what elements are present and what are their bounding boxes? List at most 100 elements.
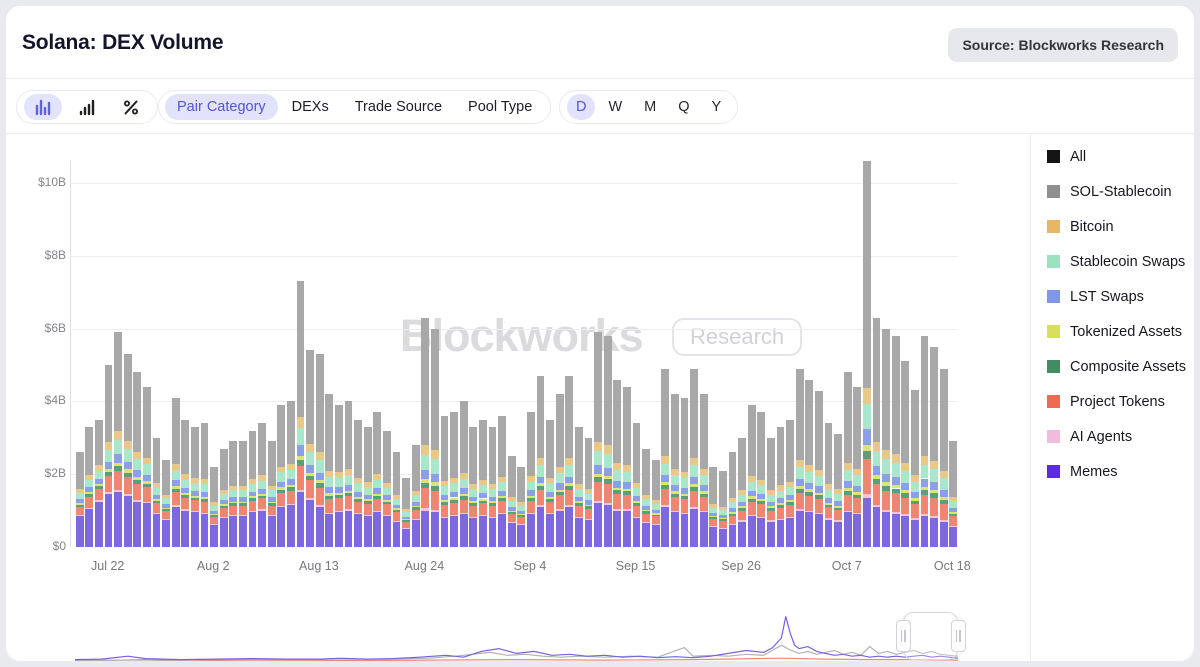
bar-aug-5[interactable] bbox=[239, 441, 247, 547]
bar-jul-26[interactable] bbox=[143, 387, 151, 547]
bar-aug-30[interactable] bbox=[479, 420, 487, 547]
legend-item-all[interactable]: All bbox=[1040, 139, 1190, 174]
bar-sep-8[interactable] bbox=[565, 376, 573, 547]
bar-jul-29[interactable] bbox=[172, 398, 180, 547]
filter-tab-trade-source[interactable]: Trade Source bbox=[343, 94, 454, 120]
legend-item-lst-swaps[interactable]: LST Swaps bbox=[1040, 279, 1190, 314]
bar-sep-3[interactable] bbox=[517, 467, 525, 547]
filter-tab-pool-type[interactable]: Pool Type bbox=[456, 94, 544, 120]
bar-oct-16[interactable] bbox=[930, 347, 938, 547]
granularity-tab-y[interactable]: Y bbox=[703, 94, 731, 120]
bar-aug-4[interactable] bbox=[229, 441, 237, 547]
bar-aug-26[interactable] bbox=[441, 416, 449, 547]
bar-oct-5[interactable] bbox=[825, 423, 833, 547]
bar-aug-13[interactable] bbox=[316, 354, 324, 547]
bar-aug-17[interactable] bbox=[354, 420, 362, 547]
bar-oct-11[interactable] bbox=[882, 329, 890, 547]
bar-sep-15[interactable] bbox=[633, 423, 641, 547]
legend-item-project-tokens[interactable]: Project Tokens bbox=[1040, 384, 1190, 419]
bar-oct-6[interactable] bbox=[834, 434, 842, 547]
bar-sep-12[interactable] bbox=[604, 336, 612, 547]
granularity-tab-d[interactable]: D bbox=[567, 94, 595, 120]
bar-oct-15[interactable] bbox=[921, 336, 929, 547]
bar-sep-13[interactable] bbox=[613, 380, 621, 547]
bar-aug-10[interactable] bbox=[287, 401, 295, 547]
bar-aug-7[interactable] bbox=[258, 423, 266, 547]
bar-aug-24[interactable] bbox=[421, 318, 429, 547]
bar-sep-2[interactable] bbox=[508, 456, 516, 547]
bar-sep-19[interactable] bbox=[671, 394, 679, 547]
bar-sep-7[interactable] bbox=[556, 394, 564, 547]
bar-sep-4[interactable] bbox=[527, 412, 535, 547]
navigator-minichart[interactable] bbox=[75, 602, 958, 661]
bar-jul-20[interactable] bbox=[85, 427, 93, 547]
bar-jul-21[interactable] bbox=[95, 420, 103, 547]
bar-oct-3[interactable] bbox=[805, 380, 813, 547]
bar-aug-23[interactable] bbox=[412, 445, 420, 547]
bar-sep-26[interactable] bbox=[738, 438, 746, 547]
bar-oct-1[interactable] bbox=[786, 420, 794, 547]
bar-sep-1[interactable] bbox=[498, 416, 506, 547]
bar-aug-20[interactable] bbox=[383, 431, 391, 547]
bar-jul-23[interactable] bbox=[114, 332, 122, 547]
legend-item-tokenized-assets[interactable]: Tokenized Assets bbox=[1040, 314, 1190, 349]
bar-sep-21[interactable] bbox=[690, 369, 698, 547]
filter-tab-dexs[interactable]: DEXs bbox=[280, 94, 341, 120]
bar-aug-6[interactable] bbox=[249, 431, 257, 547]
bar-sep-28[interactable] bbox=[757, 412, 765, 547]
bar-sep-30[interactable] bbox=[777, 427, 785, 547]
stacked-bar-chart-icon-button[interactable] bbox=[24, 94, 62, 120]
bar-aug-1[interactable] bbox=[201, 423, 209, 547]
bar-jul-27[interactable] bbox=[153, 438, 161, 547]
granularity-tab-w[interactable]: W bbox=[599, 94, 631, 120]
bar-sep-14[interactable] bbox=[623, 387, 631, 547]
legend-item-stablecoin-swaps[interactable]: Stablecoin Swaps bbox=[1040, 244, 1190, 279]
bar-aug-21[interactable] bbox=[393, 452, 401, 547]
legend-item-bitcoin[interactable]: Bitcoin bbox=[1040, 209, 1190, 244]
bar-jul-31[interactable] bbox=[191, 427, 199, 547]
bar-jul-28[interactable] bbox=[162, 460, 170, 547]
bar-aug-29[interactable] bbox=[469, 427, 477, 547]
bar-aug-2[interactable] bbox=[210, 467, 218, 547]
bar-aug-28[interactable] bbox=[460, 401, 468, 547]
bar-aug-25[interactable] bbox=[431, 329, 439, 547]
bar-sep-16[interactable] bbox=[642, 449, 650, 547]
bar-oct-14[interactable] bbox=[911, 390, 919, 547]
bar-aug-18[interactable] bbox=[364, 427, 372, 547]
bar-sep-25[interactable] bbox=[729, 452, 737, 547]
bar-sep-10[interactable] bbox=[585, 438, 593, 547]
bar-aug-27[interactable] bbox=[450, 412, 458, 547]
bar-sep-18[interactable] bbox=[661, 369, 669, 547]
bar-sep-5[interactable] bbox=[537, 376, 545, 547]
bar-sep-22[interactable] bbox=[700, 394, 708, 547]
bar-sep-23[interactable] bbox=[709, 467, 717, 547]
legend-item-sol-stablecoin[interactable]: SOL-Stablecoin bbox=[1040, 174, 1190, 209]
bar-aug-9[interactable] bbox=[277, 405, 285, 547]
bar-aug-3[interactable] bbox=[220, 449, 228, 547]
bar-oct-13[interactable] bbox=[901, 361, 909, 547]
navigator-right-handle[interactable] bbox=[951, 620, 966, 652]
bar-jul-19[interactable] bbox=[76, 452, 84, 547]
bar-oct-7[interactable] bbox=[844, 372, 852, 547]
bar-oct-12[interactable] bbox=[892, 336, 900, 547]
bar-oct-2[interactable] bbox=[796, 369, 804, 547]
bar-aug-12[interactable] bbox=[306, 350, 314, 547]
bar-oct-8[interactable] bbox=[853, 387, 861, 547]
bar-jul-22[interactable] bbox=[105, 365, 113, 547]
bar-jul-24[interactable] bbox=[124, 354, 132, 547]
filter-tab-pair-category[interactable]: Pair Category bbox=[165, 94, 278, 120]
bar-aug-8[interactable] bbox=[268, 441, 276, 547]
bar-oct-18[interactable] bbox=[949, 441, 957, 547]
granularity-tab-m[interactable]: M bbox=[635, 94, 665, 120]
legend-item-composite-assets[interactable]: Composite Assets bbox=[1040, 349, 1190, 384]
bar-jul-30[interactable] bbox=[181, 420, 189, 547]
bar-sep-6[interactable] bbox=[546, 420, 554, 547]
bar-sep-29[interactable] bbox=[767, 438, 775, 547]
bar-aug-14[interactable] bbox=[325, 394, 333, 547]
bar-aug-15[interactable] bbox=[335, 405, 343, 547]
bar-oct-10[interactable] bbox=[873, 318, 881, 547]
bar-sep-24[interactable] bbox=[719, 471, 727, 547]
bar-aug-22[interactable] bbox=[402, 478, 410, 547]
bar-sep-9[interactable] bbox=[575, 427, 583, 547]
bar-aug-11[interactable] bbox=[297, 281, 305, 547]
